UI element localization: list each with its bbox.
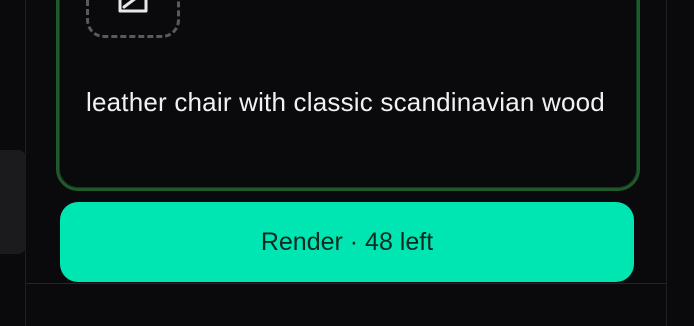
render-panel: leather chair with classic scandinavian … <box>0 0 694 326</box>
render-button[interactable]: Render · 48 left <box>60 202 634 282</box>
right-sidebar-edge <box>666 0 694 326</box>
reference-image-slot[interactable] <box>86 0 180 38</box>
image-edit-icon <box>116 0 150 13</box>
divider <box>26 283 666 284</box>
sidebar-collapse-handle[interactable] <box>0 150 26 254</box>
prompt-text[interactable]: leather chair with classic scandinavian … <box>86 84 606 120</box>
